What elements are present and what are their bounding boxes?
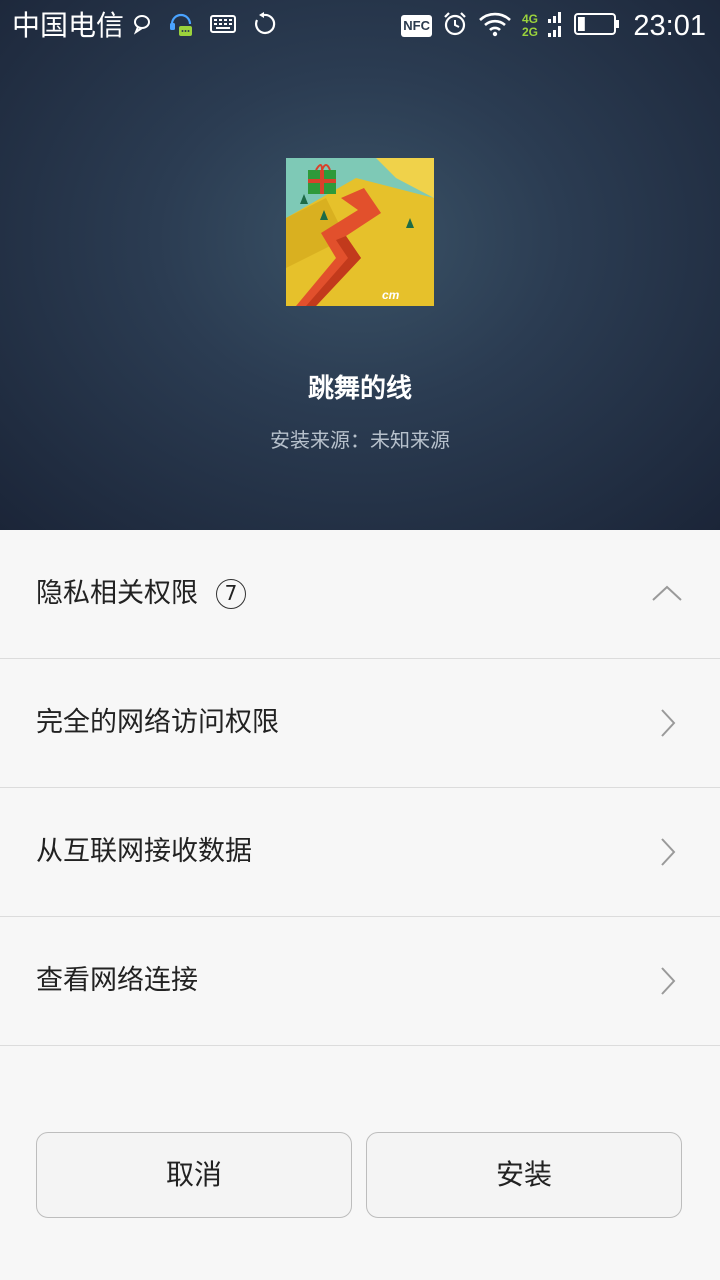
app-header: 中国电信 NFC 4G 2G 23:01 cm 跳舞的线 安装来源：未知来源 bbox=[0, 0, 720, 530]
permission-label: 从互联网接收数据 bbox=[36, 836, 252, 867]
permission-list: 隐私相关权限 7 完全的网络访问权限 从互联网接收数据 查看网络连接 bbox=[0, 530, 720, 1046]
headset-message-icon bbox=[168, 10, 194, 42]
sync-icon bbox=[252, 12, 276, 40]
keyboard-icon bbox=[210, 14, 236, 38]
install-button[interactable]: 安装 bbox=[366, 1132, 682, 1218]
network-type-2g: 2G bbox=[521, 25, 538, 39]
chevron-right-icon bbox=[652, 967, 680, 995]
chat-bubble-icon bbox=[132, 13, 152, 39]
chevron-right-icon bbox=[652, 709, 680, 737]
clock: 23:01 bbox=[633, 10, 706, 42]
privacy-permissions-header[interactable]: 隐私相关权限 7 bbox=[0, 530, 720, 659]
nfc-icon: NFC bbox=[401, 15, 432, 37]
chevron-right-icon bbox=[652, 838, 680, 866]
alarm-icon bbox=[442, 11, 468, 41]
network-type: 4G 2G bbox=[522, 13, 538, 39]
notification-icons bbox=[132, 10, 276, 42]
permission-item[interactable]: 完全的网络访问权限 bbox=[0, 659, 720, 788]
status-bar: 中国电信 NFC 4G 2G 23:01 bbox=[0, 0, 720, 52]
install-source: 安装来源：未知来源 bbox=[270, 428, 450, 452]
svg-text:cm: cm bbox=[382, 288, 400, 302]
permission-count-badge: 7 bbox=[216, 579, 246, 609]
system-icons: NFC 4G 2G bbox=[401, 8, 620, 44]
permission-label: 查看网络连接 bbox=[36, 965, 198, 996]
chevron-up-icon[interactable] bbox=[652, 580, 682, 608]
install-screen: 中国电信 NFC 4G 2G 23:01 cm 跳舞的线 安装来源：未知来源 隐… bbox=[0, 0, 720, 1280]
dancing-line-game-icon: cm bbox=[286, 158, 434, 306]
signal-icon bbox=[548, 9, 564, 43]
wifi-icon bbox=[478, 11, 512, 41]
permission-item[interactable]: 从互联网接收数据 bbox=[0, 788, 720, 917]
permission-item[interactable]: 查看网络连接 bbox=[0, 917, 720, 1046]
privacy-permissions-label: 隐私相关权限 bbox=[36, 578, 198, 609]
battery-icon bbox=[574, 12, 620, 40]
app-name: 跳舞的线 bbox=[307, 374, 412, 404]
cancel-button[interactable]: 取消 bbox=[36, 1132, 352, 1218]
carrier-label: 中国电信 bbox=[12, 9, 125, 42]
permission-label: 完全的网络访问权限 bbox=[36, 707, 279, 738]
